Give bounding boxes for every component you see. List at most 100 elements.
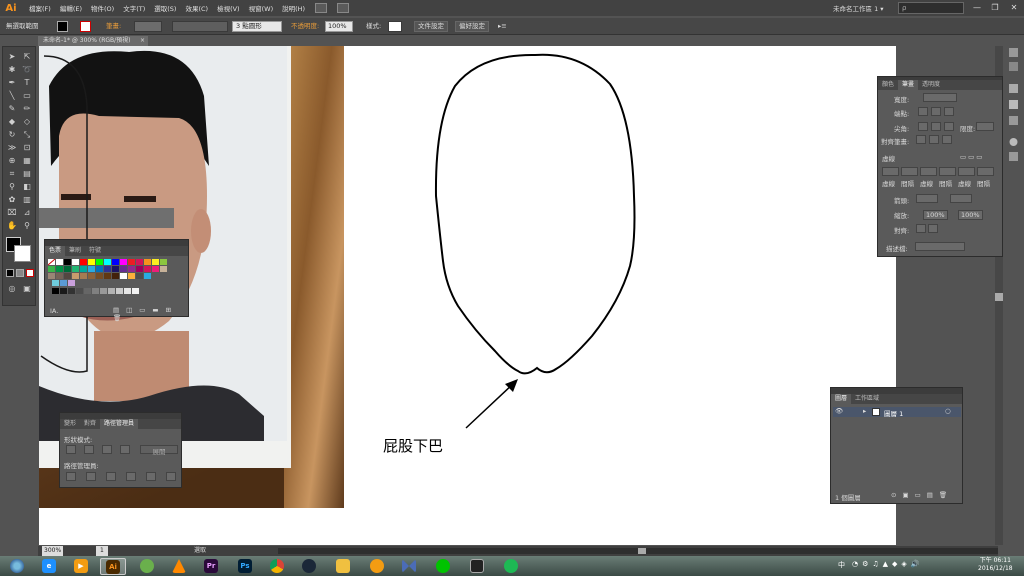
tab-brushes[interactable]: 筆刷 bbox=[65, 246, 85, 256]
bevel-join-button[interactable] bbox=[944, 122, 954, 131]
gradient-tool-icon[interactable]: ▤ bbox=[21, 168, 33, 179]
align-outside-button[interactable] bbox=[942, 135, 952, 144]
artboard-number-field[interactable]: 1 bbox=[96, 546, 108, 556]
workspace-switcher[interactable]: 未命名工作區 1 ▾ bbox=[833, 3, 884, 13]
expand-triangle-icon[interactable]: ▸ bbox=[863, 407, 866, 415]
limit-field[interactable] bbox=[976, 122, 994, 131]
fill-swatch[interactable] bbox=[57, 21, 68, 32]
rectangle-tool-icon[interactable]: ▭ bbox=[21, 90, 33, 101]
round-cap-button[interactable] bbox=[931, 107, 941, 116]
outline-button[interactable] bbox=[146, 472, 156, 481]
zoom-tool-icon[interactable]: ⚲ bbox=[21, 220, 33, 231]
graphic-style-swatch[interactable] bbox=[388, 21, 402, 32]
chin-outline-path[interactable] bbox=[420, 46, 650, 386]
blob-brush-tool-icon[interactable]: ◆ bbox=[6, 116, 18, 127]
align-inside-button[interactable] bbox=[929, 135, 939, 144]
menu-type[interactable]: 文字(T) bbox=[123, 3, 145, 13]
preferences-button[interactable]: 偏好設定 bbox=[455, 21, 489, 32]
dock-icons[interactable] bbox=[1006, 46, 1022, 166]
trim-button[interactable] bbox=[86, 472, 96, 481]
minus-front-button[interactable] bbox=[84, 445, 94, 454]
document-setup-button[interactable]: 文件設定 bbox=[414, 21, 448, 32]
line-taskbar-icon[interactable] bbox=[430, 558, 456, 575]
hand-tool-icon[interactable]: ✋ bbox=[6, 220, 18, 231]
magic-wand-tool-icon[interactable]: ✱ bbox=[6, 64, 18, 75]
app-bowtie-taskbar-icon[interactable] bbox=[396, 558, 422, 575]
start-arrowhead-dropdown[interactable] bbox=[916, 194, 938, 203]
visibility-eye-icon[interactable]: 👁 bbox=[835, 407, 843, 415]
zoom-field[interactable]: 300% bbox=[42, 546, 64, 556]
chrome-taskbar-icon[interactable] bbox=[264, 558, 290, 575]
lasso-tool-icon[interactable]: ➰ bbox=[21, 64, 33, 75]
start-button[interactable] bbox=[4, 558, 30, 575]
minimize-button[interactable]: — bbox=[970, 2, 984, 13]
arrow-align-1-button[interactable] bbox=[916, 224, 926, 233]
gap-1-field[interactable] bbox=[901, 167, 918, 176]
projecting-cap-button[interactable] bbox=[944, 107, 954, 116]
bridge-button[interactable] bbox=[315, 3, 328, 13]
align-center-button[interactable] bbox=[916, 135, 926, 144]
illustrator-taskbar-icon[interactable]: Ai bbox=[100, 558, 126, 575]
layer-name[interactable]: 圖層 1 bbox=[884, 408, 903, 418]
tab-swatches[interactable]: 色票 bbox=[45, 246, 66, 256]
opacity-field[interactable]: 100% bbox=[326, 22, 347, 30]
arrange-documents-button[interactable] bbox=[337, 3, 350, 13]
gap-2-field[interactable] bbox=[939, 167, 956, 176]
menu-view[interactable]: 檢視(V) bbox=[217, 3, 240, 13]
expand-button[interactable]: 展開 bbox=[140, 445, 178, 456]
control-menu-icon[interactable]: ▸≡ bbox=[498, 21, 507, 32]
exclude-button[interactable] bbox=[120, 445, 130, 454]
gradient-mode-icon[interactable] bbox=[16, 269, 24, 277]
annotation-text[interactable]: 屁股下巴 bbox=[383, 435, 443, 456]
none-mode-icon[interactable] bbox=[26, 269, 34, 277]
direct-selection-tool-icon[interactable]: ⇱ bbox=[21, 51, 33, 62]
intersect-button[interactable] bbox=[102, 445, 112, 454]
swatch-footer-icons[interactable]: ▤◫▭▬⊞🗑 bbox=[113, 306, 188, 322]
scale-tool-icon[interactable]: ⤡ bbox=[21, 129, 33, 140]
color-mode-icon[interactable] bbox=[6, 269, 14, 277]
slice-tool-icon[interactable]: ⊿ bbox=[21, 207, 33, 218]
tab-transform[interactable]: 變形 bbox=[60, 419, 80, 429]
line-tool-icon[interactable]: ╲ bbox=[6, 90, 18, 101]
rotate-tool-icon[interactable]: ↻ bbox=[6, 129, 18, 140]
merge-button[interactable] bbox=[106, 472, 116, 481]
miter-join-button[interactable] bbox=[918, 122, 928, 131]
dashed-line-checkbox[interactable]: 虛線 bbox=[882, 153, 895, 163]
width-tool-icon[interactable]: ≫ bbox=[6, 142, 18, 153]
menu-edit[interactable]: 編輯(E) bbox=[60, 3, 82, 13]
menu-object[interactable]: 物件(O) bbox=[91, 3, 114, 13]
swatch-grid[interactable] bbox=[48, 259, 178, 299]
round-join-button[interactable] bbox=[931, 122, 941, 131]
ime-indicator[interactable]: 中 bbox=[838, 560, 845, 570]
brush-dropdown[interactable]: 3 點圓形 bbox=[233, 22, 262, 30]
stroke-color-icon[interactable] bbox=[14, 245, 31, 262]
tab-layers[interactable]: 圖層 bbox=[831, 394, 852, 404]
variable-width-dropdown[interactable] bbox=[172, 21, 228, 32]
gap-3-field[interactable] bbox=[977, 167, 994, 176]
explorer-taskbar-icon[interactable] bbox=[330, 558, 356, 575]
scrollbar-thumb[interactable] bbox=[995, 293, 1003, 301]
pen-tool-icon[interactable]: ✒ bbox=[6, 77, 18, 88]
tab-artboards[interactable]: 工作區域 bbox=[851, 394, 883, 404]
dash-1-field[interactable] bbox=[882, 167, 899, 176]
menu-window[interactable]: 視窗(W) bbox=[249, 3, 274, 13]
menu-effect[interactable]: 效果(C) bbox=[185, 3, 208, 13]
steam-taskbar-icon[interactable] bbox=[296, 558, 322, 575]
unite-button[interactable] bbox=[66, 445, 76, 454]
profile-dropdown[interactable] bbox=[915, 242, 965, 251]
taskbar-clock[interactable]: 下午 06:11 2016/12/18 bbox=[978, 557, 1013, 573]
tab-transparency[interactable]: 透明度 bbox=[918, 80, 944, 90]
perspective-grid-tool-icon[interactable]: ▦ bbox=[21, 155, 33, 166]
vlc-taskbar-icon[interactable] bbox=[166, 558, 192, 575]
tab-align[interactable]: 對齊 bbox=[80, 419, 100, 429]
camera-taskbar-icon[interactable] bbox=[464, 558, 490, 575]
free-transform-tool-icon[interactable]: ⊡ bbox=[21, 142, 33, 153]
horizontal-scrollbar-thumb[interactable] bbox=[638, 548, 646, 554]
dash-alignment-icons[interactable]: ▭▭▭ bbox=[960, 153, 984, 161]
arrow-align-2-button[interactable] bbox=[928, 224, 938, 233]
stroke-weight-field[interactable] bbox=[134, 21, 162, 32]
media-player-taskbar-icon[interactable]: ▶ bbox=[68, 558, 94, 575]
app-orange-taskbar-icon[interactable] bbox=[364, 558, 390, 575]
symbol-sprayer-tool-icon[interactable]: ✿ bbox=[6, 194, 18, 205]
messenger-taskbar-icon[interactable] bbox=[134, 558, 160, 575]
